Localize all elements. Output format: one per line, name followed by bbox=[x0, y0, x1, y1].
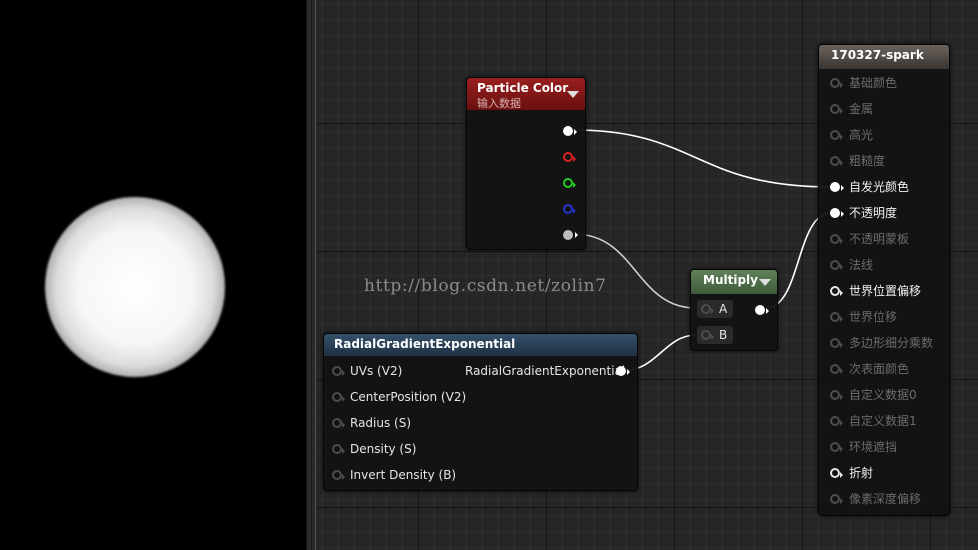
output-r-pin[interactable] bbox=[563, 152, 576, 162]
material-result-header[interactable]: 170327-spark bbox=[819, 45, 949, 69]
material-pin-label: 不透明度 bbox=[849, 206, 898, 220]
material-pin-row[interactable]: 高光 bbox=[819, 125, 947, 145]
material-input-pin[interactable] bbox=[830, 182, 844, 192]
material-pin-label: 折射 bbox=[849, 466, 874, 480]
material-pin-row[interactable]: 次表面颜色 bbox=[819, 359, 947, 379]
density-pin[interactable] bbox=[332, 444, 345, 454]
material-pin-row[interactable]: 自发光颜色 bbox=[819, 177, 947, 197]
material-input-pin[interactable] bbox=[830, 104, 843, 114]
material-input-pin[interactable] bbox=[830, 208, 844, 218]
material-pin-row[interactable]: 不透明蒙板 bbox=[819, 229, 947, 249]
material-pin-label: 粗糙度 bbox=[849, 154, 886, 168]
material-pin-row[interactable]: 世界位置偏移 bbox=[819, 281, 947, 301]
material-input-pin[interactable] bbox=[830, 286, 843, 296]
material-input-pin[interactable] bbox=[830, 390, 843, 400]
material-title: 170327-spark bbox=[831, 48, 924, 62]
wire-particle-rgb-to-emissive bbox=[573, 129, 832, 188]
chevron-down-icon[interactable] bbox=[567, 91, 579, 98]
radial-output-label: RadialGradientExponential bbox=[465, 364, 626, 378]
material-pin-label: 金属 bbox=[849, 102, 874, 116]
material-input-pin[interactable] bbox=[830, 416, 843, 426]
particle-color-title: Particle Color bbox=[477, 81, 569, 95]
material-input-pin[interactable] bbox=[830, 156, 843, 166]
radial-gradient-node[interactable]: RadialGradientExponential UVs (V2) Cente… bbox=[323, 333, 638, 491]
particle-color-subtitle: 输入数据 bbox=[477, 97, 521, 110]
material-pin-label: 次表面颜色 bbox=[849, 362, 910, 376]
output-rgb-pin[interactable] bbox=[563, 126, 577, 136]
material-pin-row[interactable]: 金属 bbox=[819, 99, 947, 119]
material-input-pin[interactable] bbox=[830, 442, 843, 452]
material-pin-row[interactable]: 基础颜色 bbox=[819, 73, 947, 93]
material-pin-row[interactable]: 多边形细分乘数 bbox=[819, 333, 947, 353]
invert-density-pin[interactable] bbox=[332, 470, 345, 480]
preview-sphere bbox=[45, 197, 225, 377]
invert-density-label: Invert Density (B) bbox=[350, 468, 457, 482]
radial-output-pin[interactable] bbox=[616, 366, 630, 376]
multiply-input-b[interactable]: B bbox=[697, 326, 733, 344]
material-pin-row[interactable]: 世界位移 bbox=[819, 307, 947, 327]
chevron-down-icon[interactable] bbox=[759, 279, 771, 286]
multiply-title: Multiply bbox=[703, 273, 758, 287]
input-b-pin[interactable] bbox=[701, 330, 714, 340]
material-input-pin[interactable] bbox=[830, 338, 843, 348]
multiply-input-a[interactable]: A bbox=[697, 300, 733, 318]
output-alpha-pin[interactable] bbox=[563, 230, 578, 240]
material-pin-row[interactable]: 自定义数据1 bbox=[819, 411, 947, 431]
material-input-pin[interactable] bbox=[830, 130, 843, 140]
density-label: Density (S) bbox=[350, 442, 417, 456]
multiply-header[interactable]: Multiply bbox=[691, 270, 777, 294]
wire-particle-alpha-to-multiply-a bbox=[573, 233, 697, 309]
uvs-label: UVs (V2) bbox=[350, 364, 403, 378]
radius-pin[interactable] bbox=[332, 418, 345, 428]
radius-label: Radius (S) bbox=[350, 416, 412, 430]
output-b-pin[interactable] bbox=[563, 204, 576, 214]
material-result-node[interactable]: 170327-spark 基础颜色金属高光粗糙度自发光颜色不透明度不透明蒙板法线… bbox=[818, 44, 950, 516]
output-g-pin[interactable] bbox=[563, 178, 576, 188]
material-pin-label: 环境遮挡 bbox=[849, 440, 898, 454]
material-pin-row[interactable]: 自定义数据0 bbox=[819, 385, 947, 405]
material-input-pin[interactable] bbox=[830, 78, 843, 88]
material-pin-row[interactable]: 像素深度偏移 bbox=[819, 489, 947, 509]
input-a-label: A bbox=[719, 302, 728, 316]
material-input-pin[interactable] bbox=[830, 494, 843, 504]
material-pin-label: 自定义数据1 bbox=[849, 414, 917, 428]
particle-color-node[interactable]: Particle Color 输入数据 bbox=[466, 77, 586, 250]
radial-gradient-title: RadialGradientExponential bbox=[334, 337, 516, 351]
material-pin-label: 自定义数据0 bbox=[849, 388, 917, 402]
center-position-label: CenterPosition (V2) bbox=[350, 390, 467, 404]
panel-splitter[interactable] bbox=[306, 0, 316, 550]
material-pin-row[interactable]: 折射 bbox=[819, 463, 947, 483]
uvs-pin[interactable] bbox=[332, 366, 345, 376]
material-input-pin[interactable] bbox=[830, 468, 843, 478]
material-preview-viewport[interactable] bbox=[0, 0, 306, 550]
material-input-pin[interactable] bbox=[830, 364, 843, 374]
material-pin-label: 高光 bbox=[849, 128, 874, 142]
material-input-pin[interactable] bbox=[830, 234, 843, 244]
material-pin-row[interactable]: 不透明度 bbox=[819, 203, 947, 223]
material-pin-label: 自发光颜色 bbox=[849, 180, 910, 194]
material-input-pin[interactable] bbox=[830, 312, 843, 322]
material-pin-row[interactable]: 粗糙度 bbox=[819, 151, 947, 171]
center-position-pin[interactable] bbox=[332, 392, 345, 402]
material-pin-label: 不透明蒙板 bbox=[849, 232, 910, 246]
multiply-node[interactable]: Multiply A B bbox=[690, 269, 778, 351]
material-pin-label: 法线 bbox=[849, 258, 874, 272]
material-pin-label: 多边形细分乘数 bbox=[849, 336, 934, 350]
material-graph-canvas[interactable]: Particle Color 输入数据 Multiply A B RadialG… bbox=[316, 0, 978, 550]
multiply-output-pin[interactable] bbox=[755, 305, 769, 315]
material-pin-label: 世界位移 bbox=[849, 310, 898, 324]
material-pin-row[interactable]: 环境遮挡 bbox=[819, 437, 947, 457]
input-b-label: B bbox=[719, 328, 728, 342]
radial-gradient-header[interactable]: RadialGradientExponential bbox=[324, 334, 637, 356]
material-input-pin[interactable] bbox=[830, 260, 843, 270]
watermark-text: http://blog.csdn.net/zolin7 bbox=[364, 276, 607, 296]
material-pin-row[interactable]: 法线 bbox=[819, 255, 947, 275]
particle-color-header[interactable]: Particle Color 输入数据 bbox=[467, 78, 585, 110]
material-pin-label: 世界位置偏移 bbox=[849, 284, 922, 298]
material-pin-label: 基础颜色 bbox=[849, 76, 898, 90]
material-pin-label: 像素深度偏移 bbox=[849, 492, 922, 506]
input-a-pin[interactable] bbox=[701, 304, 714, 314]
